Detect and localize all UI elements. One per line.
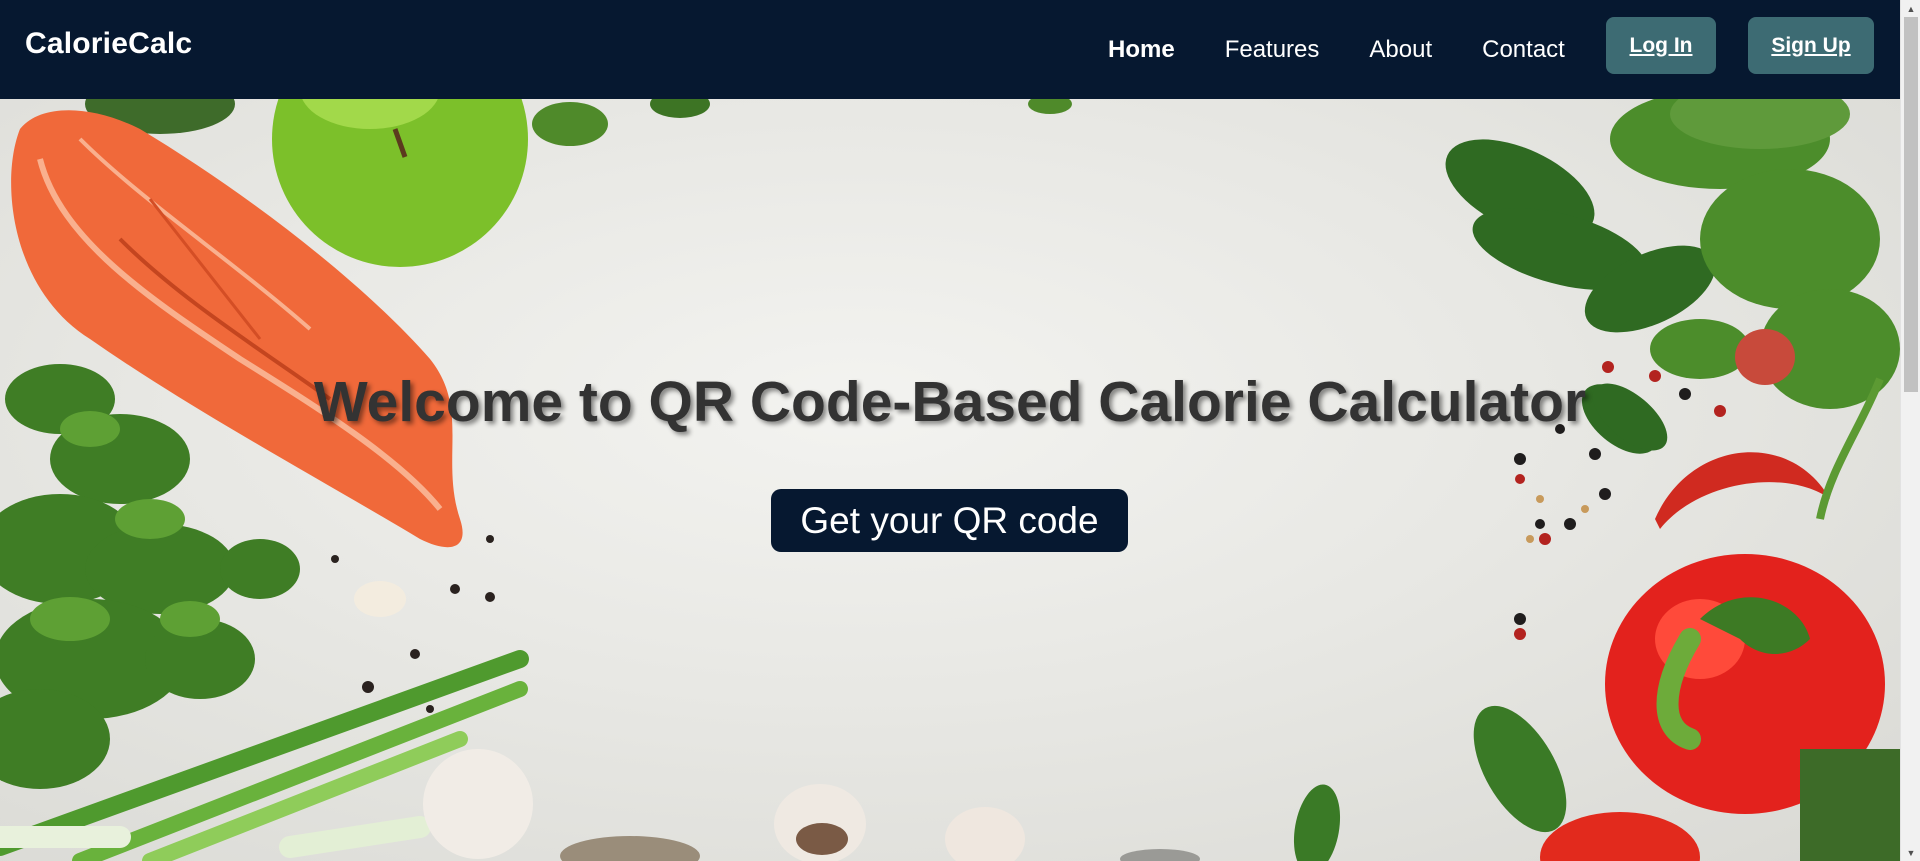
nav-links: Home Features About Contact [1108,0,1615,99]
signup-button[interactable]: Sign Up [1748,17,1874,74]
nav-link-contact[interactable]: Contact [1482,36,1565,64]
hero-section: Welcome to QR Code-Based Calorie Calcula… [0,99,1900,861]
vertical-scrollbar[interactable]: ▲ ▼ [1900,0,1920,861]
nav-link-home[interactable]: Home [1108,36,1175,64]
scrollbar-thumb[interactable] [1904,17,1918,392]
navbar: CalorieCalc Home Features About Contact … [0,0,1900,99]
scroll-up-arrow-icon[interactable]: ▲ [1901,0,1920,17]
brand-logo[interactable]: CalorieCalc [25,27,192,61]
food-background-image [0,99,1900,861]
get-qr-code-button[interactable]: Get your QR code [771,489,1128,552]
hero-title: Welcome to QR Code-Based Calorie Calcula… [313,370,1587,434]
nav-link-about[interactable]: About [1369,36,1432,64]
login-button[interactable]: Log In [1606,17,1716,74]
nav-link-features[interactable]: Features [1225,36,1320,64]
scroll-down-arrow-icon[interactable]: ▼ [1901,844,1920,861]
page: CalorieCalc Home Features About Contact … [0,0,1920,861]
